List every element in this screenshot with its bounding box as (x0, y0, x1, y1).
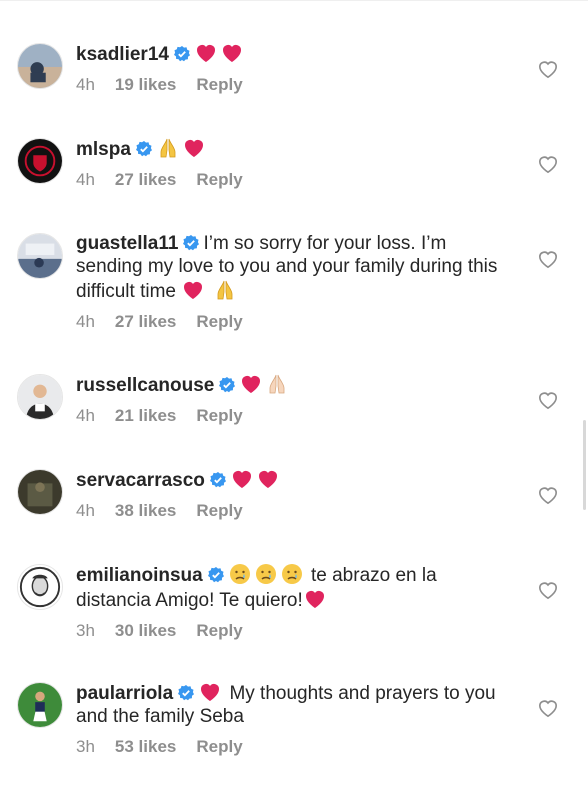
reply-button[interactable]: Reply (196, 501, 242, 520)
verified-badge-icon (209, 472, 226, 488)
comment-body: guastella11 I’m so sorry for your loss. I… (76, 232, 516, 332)
top-divider (0, 0, 588, 1)
avatar[interactable] (17, 138, 63, 184)
likes-count[interactable]: 19 likes (115, 75, 176, 94)
reply-button[interactable]: Reply (196, 621, 242, 640)
reply-button[interactable]: Reply (196, 312, 242, 331)
comment-meta: 4h 27 likes Reply (76, 170, 516, 190)
verified-badge-icon (135, 141, 152, 157)
heart-emoji (230, 467, 254, 491)
comment-meta: 4h 27 likes Reply (76, 312, 516, 332)
verified-badge-icon (183, 235, 200, 251)
username[interactable]: paularriola (76, 683, 173, 704)
heart-outline-icon[interactable] (537, 59, 559, 79)
likes-count[interactable]: 53 likes (115, 737, 176, 756)
avatar[interactable] (17, 682, 63, 728)
timestamp: 3h (76, 737, 95, 756)
heart-emoji (239, 372, 263, 396)
comment-meta: 4h 38 likes Reply (76, 501, 516, 521)
heart-outline-icon[interactable] (537, 154, 559, 174)
timestamp: 4h (76, 170, 95, 189)
heart-emoji (181, 278, 205, 302)
likes-count[interactable]: 27 likes (115, 312, 176, 331)
heart-emoji (256, 467, 280, 491)
avatar[interactable] (17, 374, 63, 420)
comment-body: mlspa 4h 27 likes Reply (76, 136, 516, 190)
heart-emoji (182, 136, 206, 160)
likes-count[interactable]: 38 likes (115, 501, 176, 520)
heart-emoji (220, 41, 244, 65)
timestamp: 4h (76, 406, 95, 425)
heart-outline-icon[interactable] (537, 390, 559, 410)
timestamp: 4h (76, 75, 95, 94)
verified-badge-icon (178, 685, 195, 701)
heart-outline-icon[interactable] (537, 249, 559, 269)
heart-emoji (303, 587, 327, 611)
heart-emoji (194, 41, 218, 65)
likes-count[interactable]: 30 likes (115, 621, 176, 640)
heart-emoji (198, 680, 222, 704)
likes-count[interactable]: 27 likes (115, 170, 176, 189)
avatar[interactable] (17, 233, 63, 279)
username[interactable]: ksadlier14 (76, 44, 169, 65)
timestamp: 3h (76, 621, 95, 640)
username[interactable]: russellcanouse (76, 375, 214, 396)
crying-emoji (228, 562, 252, 586)
pray-emoji (213, 278, 237, 302)
reply-button[interactable]: Reply (196, 737, 242, 756)
timestamp: 4h (76, 501, 95, 520)
username[interactable]: emilianoinsua (76, 565, 203, 586)
verified-badge-icon (219, 377, 236, 393)
avatar[interactable] (17, 43, 63, 89)
heart-outline-icon[interactable] (537, 580, 559, 600)
crying-emoji (280, 562, 304, 586)
comment-meta: 4h 19 likes Reply (76, 75, 516, 95)
timestamp: 4h (76, 312, 95, 331)
username[interactable]: servacarrasco (76, 470, 205, 491)
crying-emoji (254, 562, 278, 586)
comment-meta: 4h 21 likes Reply (76, 406, 516, 426)
verified-badge-icon (207, 567, 224, 583)
comment-body: servacarrasco 4h 38 likes Reply (76, 467, 516, 521)
verified-badge-icon (173, 46, 190, 62)
pray-emoji (156, 136, 180, 160)
reply-button[interactable]: Reply (196, 170, 242, 189)
username[interactable]: mlspa (76, 139, 131, 160)
comment-body: russellcanouse 4h 21 likes Reply (76, 372, 516, 426)
comment-body: ksadlier14 4h 19 likes Reply (76, 41, 516, 95)
avatar[interactable] (17, 469, 63, 515)
reply-button[interactable]: Reply (196, 75, 242, 94)
heart-outline-icon[interactable] (537, 698, 559, 718)
username[interactable]: guastella11 (76, 233, 178, 254)
comment-meta: 3h 30 likes Reply (76, 621, 516, 641)
comment-body: emilianoinsua te abrazo en la distancia … (76, 562, 516, 641)
avatar[interactable] (17, 564, 63, 610)
comment-meta: 3h 53 likes Reply (76, 737, 516, 757)
pray-emoji (265, 372, 289, 396)
reply-button[interactable]: Reply (196, 406, 242, 425)
heart-outline-icon[interactable] (537, 485, 559, 505)
comment-body: paularriola My thoughts and prayers to y… (76, 680, 516, 757)
scrollbar[interactable] (583, 420, 586, 510)
likes-count[interactable]: 21 likes (115, 406, 176, 425)
